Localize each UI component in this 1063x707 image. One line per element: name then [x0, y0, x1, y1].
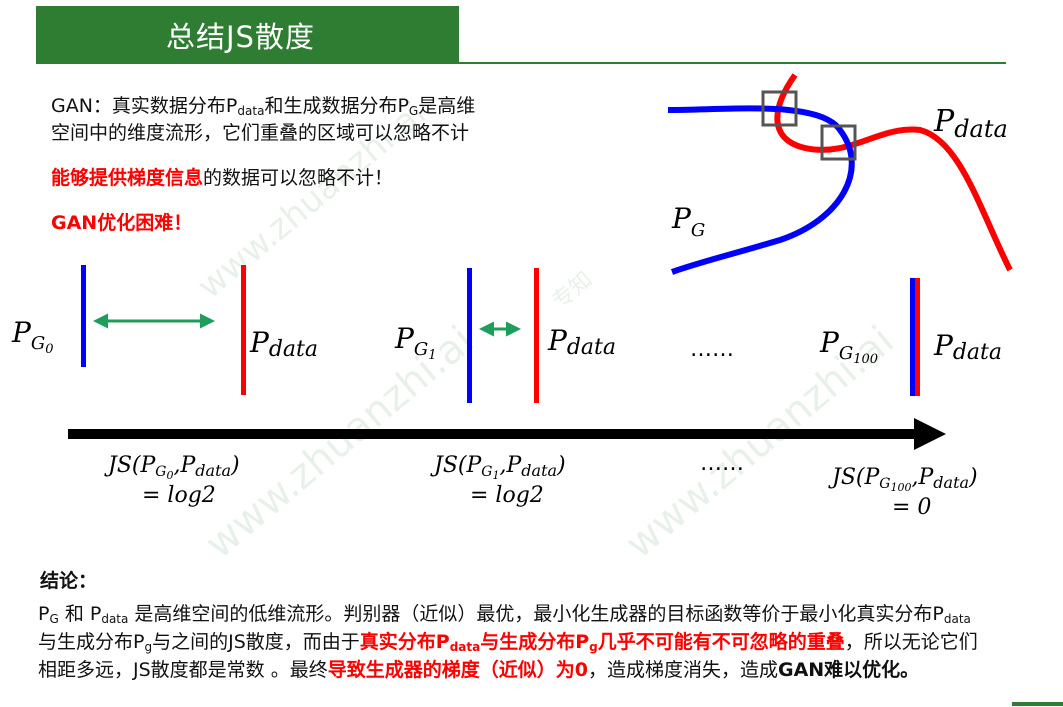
js-text: JS(: [104, 453, 141, 478]
label-subscript: 0: [45, 342, 53, 357]
label-text: P: [671, 202, 692, 235]
pdata-label: Pdata: [249, 326, 318, 362]
label-subscript: data: [567, 335, 616, 360]
label-subscript: G: [691, 220, 705, 241]
pg0-bar: [81, 265, 86, 367]
js-subscript: data: [195, 461, 231, 480]
watermark-text: 专知: [548, 267, 598, 314]
watermark-text: www.zhuanzhi.ai: [190, 93, 434, 306]
highlight-text: 真实分布Pdata与生成分布Pg几乎不可能有不可忽略的重叠: [360, 631, 845, 653]
pg-manifold-curve: [667, 105, 855, 275]
label-subscript: data: [954, 115, 1008, 143]
label-text: P: [547, 324, 568, 357]
footer-accent: [1012, 702, 1063, 706]
highlight-text: 与生成分布P: [480, 631, 590, 653]
conclusion-subscript: data: [943, 612, 971, 626]
pdata-bar: [915, 278, 920, 396]
pg100-bar: [910, 278, 915, 396]
ellipsis: ……: [690, 337, 734, 362]
js-expression-0: JS(PG0,Pdata): [104, 453, 240, 482]
conclusion-subscript: G: [49, 612, 59, 626]
js-value-1: = log2: [470, 483, 544, 508]
conclusion-text: 和 P: [58, 603, 102, 625]
label-subscript: G: [839, 343, 853, 364]
label-text: P: [249, 326, 270, 359]
js-text: ): [230, 453, 240, 478]
js-text: ,: [173, 453, 180, 478]
js-subscript: G: [879, 476, 890, 492]
js-text: P: [465, 453, 482, 478]
js-text: ,: [911, 465, 918, 490]
js-text: P: [863, 465, 880, 490]
pdata-manifold-curve: [774, 73, 1013, 272]
highlight-subscript: g: [589, 640, 598, 654]
js-subscript: G: [481, 464, 492, 480]
js-text: ,: [499, 453, 506, 478]
label-text: P: [394, 322, 415, 355]
conclusion-text: P: [38, 603, 50, 625]
label-text: P: [933, 329, 954, 362]
js-text: P: [179, 453, 196, 478]
pg-curve-label: PG: [671, 202, 705, 241]
js-value-100: = 0: [892, 495, 931, 520]
ellipsis-bottom: ……: [700, 451, 744, 476]
js-subscript: G: [155, 464, 166, 480]
js-text: JS(: [828, 465, 865, 490]
conclusion-text: ，造成梯度消失，造成: [587, 659, 778, 681]
label-subscript: 100: [853, 352, 878, 367]
conclusion-text: 是高维空间的低维流形。判别器（近似）最优，最小化生成器的目标函数等价于最小化真实…: [128, 603, 944, 625]
pdata-bar: [241, 265, 246, 395]
js-value-0: = log2: [142, 483, 216, 508]
conclusion-heading: 结论：: [40, 570, 98, 592]
axis-arrowhead: [914, 418, 946, 450]
js-text: P: [505, 453, 522, 478]
label-subscript: G: [414, 339, 428, 360]
pdata-curve-label: Pdata: [933, 104, 1008, 143]
conclusion-subscript: g: [144, 640, 153, 654]
highlight-text: 真实分布P: [359, 631, 450, 653]
label-subscript: 1: [428, 348, 436, 363]
highlight-text: 几乎不可能有不可忽略的重叠: [597, 631, 845, 653]
label-subscript: data: [269, 337, 318, 362]
highlight-text: 导致生成器的梯度（近似）为0: [327, 659, 588, 681]
conclusion-text: 与生成分布P: [38, 631, 145, 653]
highlight-subscript: data: [449, 640, 481, 654]
label-text: P: [933, 104, 955, 139]
label-subscript: data: [953, 340, 1002, 365]
conclusion-subscript: data: [101, 612, 129, 626]
js-expression-100: JS(PG100,Pdata): [828, 465, 978, 494]
conclusion-text: 与之间的JS散度，而由于: [152, 631, 360, 653]
js-subscript: 0: [166, 469, 173, 482]
js-subscript: data: [521, 461, 557, 480]
label-subscript: G: [31, 333, 45, 354]
js-text: JS(: [430, 453, 467, 478]
pg1-bar: [467, 268, 472, 403]
js-text: ): [556, 453, 566, 478]
pdata-label: Pdata: [933, 329, 1002, 365]
label-text: P: [11, 316, 32, 349]
pdata-bar: [534, 268, 539, 403]
pdata-label: Pdata: [547, 324, 616, 360]
conclusion-bold-text: GAN难以优化。: [777, 659, 920, 681]
conclusion-paragraph: PG 和 Pdata 是高维空间的低维流形。判别器（近似）最优，最小化生成器的目…: [38, 600, 988, 684]
js-subscript: data: [933, 473, 969, 492]
label-text: P: [819, 326, 840, 359]
pg0-label: PG0: [11, 316, 54, 357]
js-text: ): [968, 465, 978, 490]
js-subscript: 100: [890, 481, 911, 494]
js-subscript: 1: [492, 469, 499, 482]
watermark-text: www.zhuanzhi.ai: [197, 317, 483, 567]
js-text: P: [139, 453, 156, 478]
js-text: P: [917, 465, 934, 490]
js-expression-1: JS(PG1,Pdata): [430, 453, 566, 482]
